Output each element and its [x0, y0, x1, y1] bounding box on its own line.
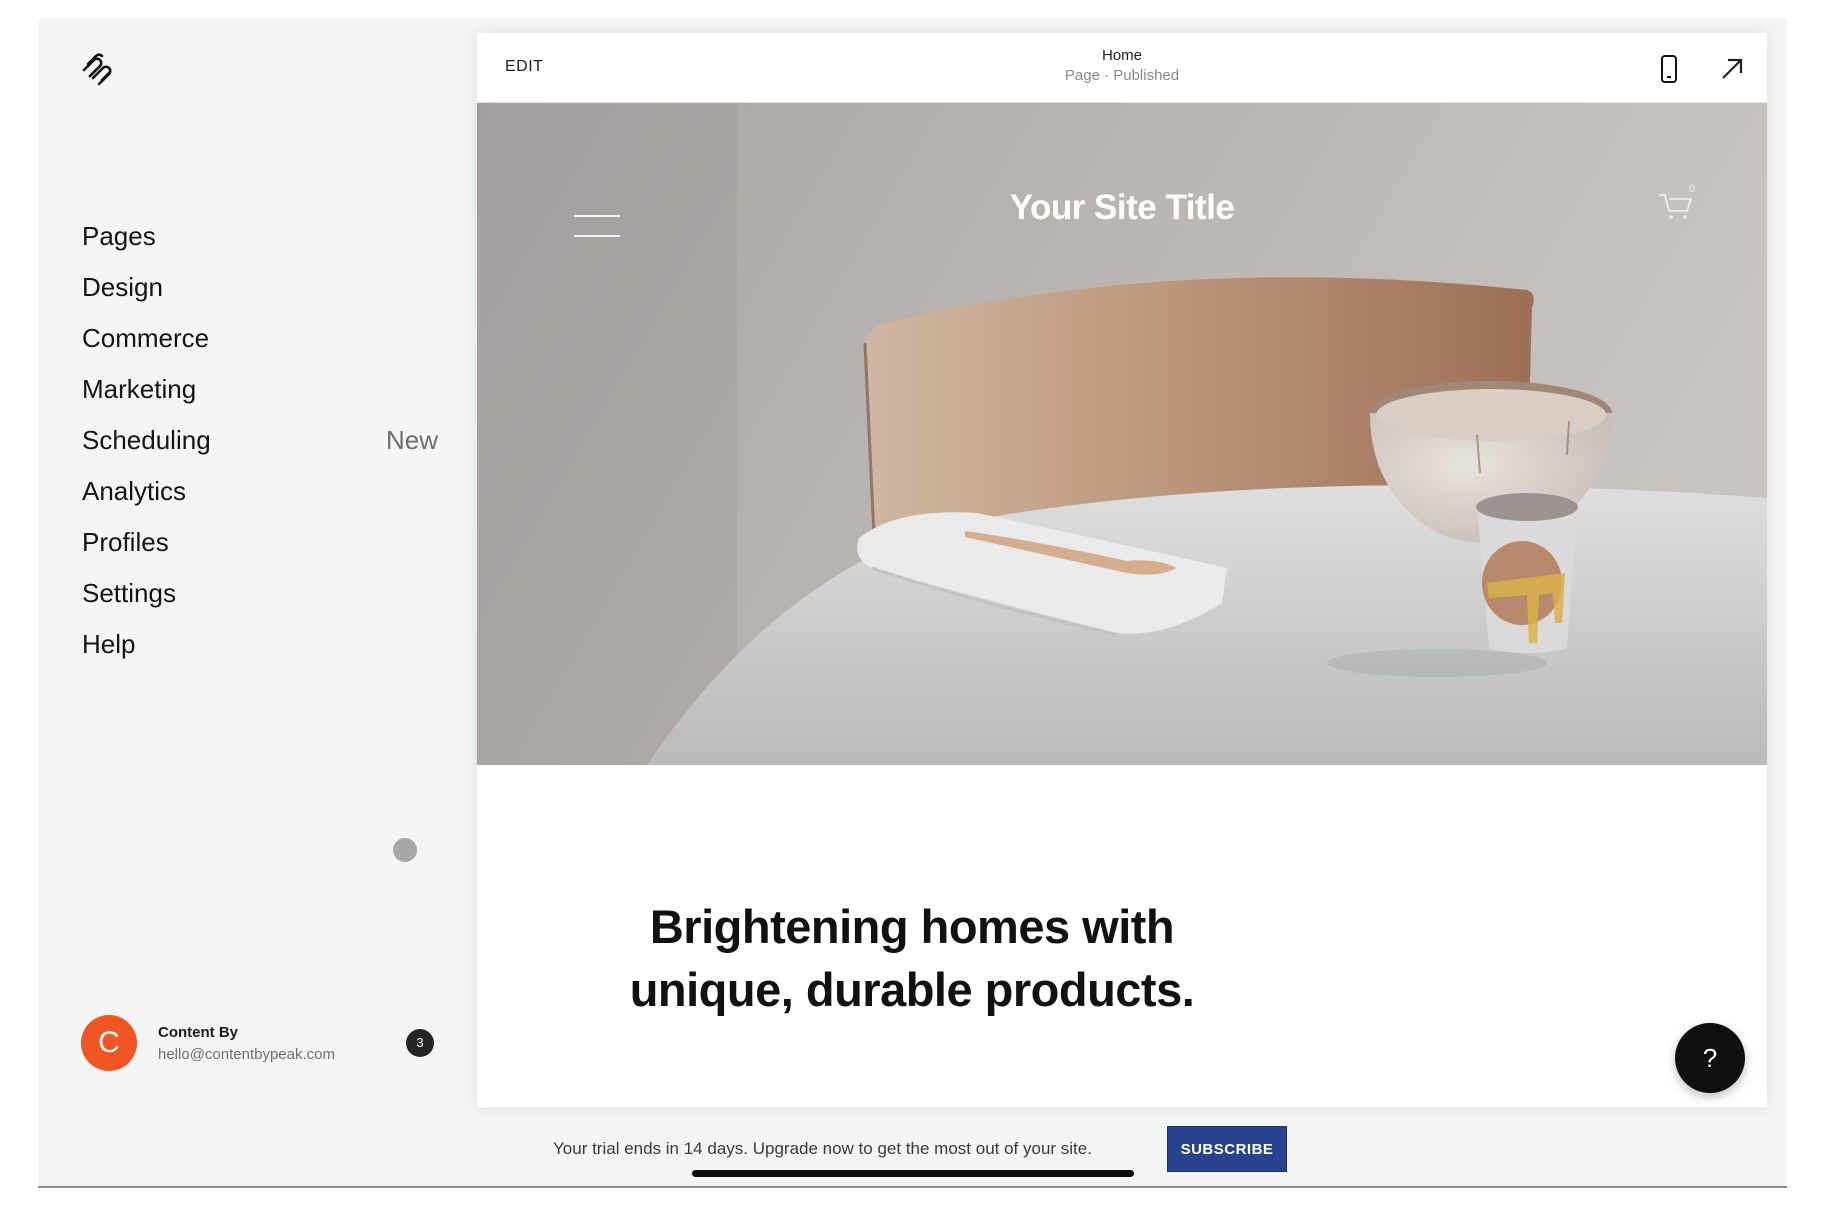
sidebar-item-profiles[interactable]: Profiles [82, 526, 438, 577]
sidebar-item-analytics[interactable]: Analytics [82, 475, 438, 526]
nav-label: Settings [82, 578, 176, 608]
page-info: Home Page · Published [477, 46, 1767, 86]
preview-toolbar: EDIT Home Page · Published [477, 33, 1767, 103]
sidebar-item-settings[interactable]: Settings [82, 577, 438, 628]
site-title[interactable]: Your Site Title [477, 188, 1767, 228]
nav-label: Pages [82, 221, 156, 251]
cart-count: 0 [1689, 183, 1696, 195]
sidebar-item-design[interactable]: Design [82, 271, 438, 322]
mobile-view-icon[interactable] [1657, 54, 1681, 84]
account-name: Content By [158, 1024, 238, 1041]
headline-line-2: unique, durable products. [629, 963, 1195, 1016]
page-name: Home [1101, 47, 1142, 64]
headline-line-1: Brightening homes with [649, 900, 1175, 953]
homepage-headline: Brightening homes with unique, durable p… [0, 895, 1824, 1021]
new-badge: New [385, 425, 438, 455]
sidebar-item-scheduling[interactable]: Scheduling New [82, 424, 438, 475]
open-external-icon[interactable] [1718, 55, 1746, 83]
sidebar-item-commerce[interactable]: Commerce [82, 322, 438, 373]
account-email: hello@contentbypeak.com [158, 1046, 335, 1063]
sidebar-item-marketing[interactable]: Marketing [82, 373, 438, 424]
nav-label: Design [82, 272, 163, 302]
squarespace-logo-icon[interactable] [80, 52, 118, 86]
nav-label: Marketing [82, 374, 197, 404]
page-status: Page · Published [1064, 67, 1180, 84]
nav-label: Profiles [82, 527, 169, 557]
avatar[interactable]: C [81, 1015, 137, 1071]
sidebar-item-help[interactable]: Help [82, 628, 438, 679]
help-button[interactable]: ? [1675, 1023, 1745, 1093]
nav-label: Scheduling [82, 425, 211, 455]
home-indicator-bar [692, 1170, 1134, 1177]
trial-message: Your trial ends in 14 days. Upgrade now … [553, 1139, 1092, 1158]
sidebar-nav: Pages Design Commerce Marketing Scheduli… [82, 220, 438, 679]
nav-label: Help [82, 629, 136, 659]
nav-label: Commerce [82, 323, 210, 353]
status-dot [393, 838, 417, 862]
sidebar-item-pages[interactable]: Pages [82, 220, 438, 271]
notification-badge[interactable]: 3 [406, 1029, 434, 1057]
subscribe-button[interactable]: SUBSCRIBE [1167, 1126, 1287, 1172]
hero-banner-image: Your Site Title 0 [477, 103, 1767, 765]
account-menu[interactable]: C Content By hello@contentbypeak.com 3 [81, 1015, 441, 1071]
nav-label: Analytics [82, 476, 187, 506]
